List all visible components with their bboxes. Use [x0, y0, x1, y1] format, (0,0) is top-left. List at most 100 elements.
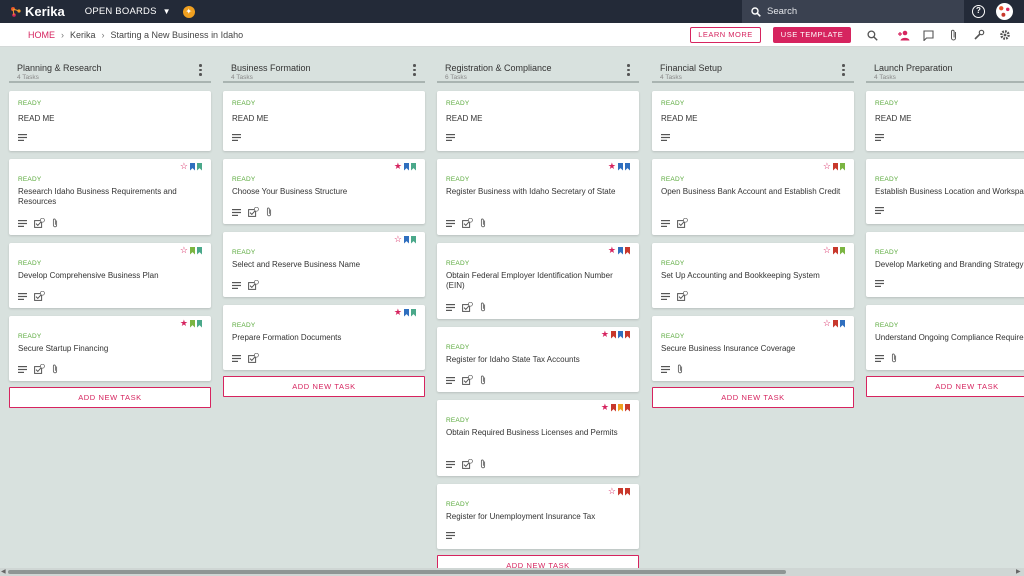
column-title[interactable]: Financial Setup [660, 56, 854, 73]
breadcrumb-home[interactable]: HOME [28, 30, 55, 40]
column-menu-icon[interactable] [842, 64, 846, 76]
chat-icon[interactable] [921, 28, 935, 42]
gear-icon[interactable] [998, 28, 1012, 42]
star-outline-icon[interactable]: ☆ [823, 162, 831, 171]
column-menu-icon[interactable] [199, 64, 203, 76]
horizontal-scrollbar[interactable]: ◀ ▶ [0, 568, 1024, 576]
task-title[interactable]: Set Up Accounting and Bookkeeping System [661, 271, 841, 281]
add-person-icon[interactable] [896, 28, 910, 42]
open-boards-menu[interactable]: OPEN BOARDS ▼ [85, 6, 171, 17]
task-title[interactable]: READ ME [232, 114, 412, 124]
star-outline-icon[interactable]: ☆ [180, 162, 188, 171]
column-menu-icon[interactable] [627, 64, 631, 76]
add-new-task-button[interactable]: ADD NEW TASK [223, 376, 425, 397]
task-icons [875, 134, 884, 141]
task-title[interactable]: Secure Startup Financing [18, 344, 198, 354]
star-outline-icon[interactable]: ☆ [608, 487, 616, 496]
star-outline-icon[interactable]: ☆ [394, 235, 402, 244]
column-menu-icon[interactable] [413, 64, 417, 76]
task-card[interactable]: READY Set Up Accounting and Bookkeeping S… [652, 243, 854, 308]
task-card[interactable]: READY READ ME [866, 91, 1024, 151]
task-card[interactable]: READY Establish Business Location and Wor… [866, 159, 1024, 224]
status-label: READY [446, 344, 470, 351]
task-card[interactable]: READY READ ME [652, 91, 854, 151]
column-title[interactable]: Registration & Compliance [445, 56, 639, 73]
use-template-button[interactable]: USE TEMPLATE [773, 27, 851, 43]
breadcrumb-account[interactable]: Kerika [70, 30, 96, 40]
add-new-task-button[interactable]: ADD NEW TASK [652, 387, 854, 408]
task-title[interactable]: Select and Reserve Business Name [232, 260, 412, 270]
status-label: READY [446, 100, 470, 107]
task-icons [18, 218, 58, 228]
task-title[interactable]: Register for Idaho State Tax Accounts [446, 355, 626, 365]
attachment-icon[interactable] [946, 28, 960, 42]
task-card[interactable]: READY Obtain Federal Employer Identificat… [437, 243, 639, 319]
add-new-task-button[interactable]: ADD NEW TASK [9, 387, 211, 408]
description-icon [18, 365, 27, 373]
task-card[interactable]: READY Develop Comprehensive Business Plan… [9, 243, 211, 308]
learn-more-button[interactable]: LEARN MORE [690, 27, 761, 43]
task-card[interactable]: READY Secure Business Insurance Coverage ☆ [652, 316, 854, 381]
task-card[interactable]: READY READ ME [437, 91, 639, 151]
task-title[interactable]: Choose Your Business Structure [232, 187, 412, 197]
avatar[interactable] [996, 3, 1013, 20]
task-card[interactable]: READY Register for Idaho State Tax Accoun… [437, 327, 639, 392]
kerika-logo[interactable]: Kerika [10, 4, 65, 19]
scroll-left-icon[interactable]: ◀ [1, 568, 6, 575]
star-filled-icon[interactable]: ★ [180, 319, 188, 328]
task-title[interactable]: READ ME [446, 114, 626, 124]
task-title[interactable]: Understand Ongoing Compliance Requiremen… [875, 333, 1024, 343]
search-box[interactable]: Search [742, 0, 964, 23]
task-card[interactable]: READY Obtain Required Business Licenses a… [437, 400, 639, 476]
task-card[interactable]: READY Prepare Formation Documents ★ [223, 305, 425, 370]
task-title[interactable]: Prepare Formation Documents [232, 333, 412, 343]
task-title[interactable]: Develop Comprehensive Business Plan [18, 271, 198, 281]
task-title[interactable]: Research Idaho Business Requirements and… [18, 187, 198, 207]
notification-icon[interactable]: ✦ [182, 5, 195, 18]
task-card[interactable]: READY READ ME [223, 91, 425, 151]
task-card[interactable]: READY Understand Ongoing Compliance Requi… [866, 305, 1024, 370]
task-title[interactable]: READ ME [875, 114, 1024, 124]
task-title[interactable]: READ ME [18, 114, 198, 124]
task-title[interactable]: Secure Business Insurance Coverage [661, 344, 841, 354]
scroll-right-icon[interactable]: ▶ [1016, 568, 1021, 575]
task-title[interactable]: Obtain Federal Employer Identification N… [446, 271, 626, 291]
add-new-task-button[interactable]: ADD NEW TASK [866, 376, 1024, 397]
star-filled-icon[interactable]: ★ [394, 308, 402, 317]
description-icon [232, 281, 241, 289]
star-filled-icon[interactable]: ★ [394, 162, 402, 171]
task-card[interactable]: READY Research Idaho Business Requirement… [9, 159, 211, 235]
help-icon[interactable]: ? [972, 5, 985, 18]
task-title[interactable]: READ ME [661, 114, 841, 124]
star-outline-icon[interactable]: ☆ [823, 246, 831, 255]
star-filled-icon[interactable]: ★ [608, 246, 616, 255]
star-filled-icon[interactable]: ★ [601, 403, 609, 412]
column-title[interactable]: Planning & Research [17, 56, 211, 73]
task-card[interactable]: READY Select and Reserve Business Name ☆ [223, 232, 425, 297]
task-card[interactable]: READY Open Business Bank Account and Esta… [652, 159, 854, 235]
task-title[interactable]: Obtain Required Business Licenses and Pe… [446, 428, 626, 438]
task-title[interactable]: Register Business with Idaho Secretary o… [446, 187, 626, 197]
board-column: Financial Setup 4 Tasks READY READ ME READY O… [652, 56, 854, 408]
search-icon[interactable] [865, 28, 879, 42]
column-title[interactable]: Business Formation [231, 56, 425, 73]
star-filled-icon[interactable]: ★ [608, 162, 616, 171]
task-card[interactable]: READY Choose Your Business Structure ★ [223, 159, 425, 224]
column-header: Business Formation 4 Tasks [223, 56, 425, 83]
task-card[interactable]: READY Secure Startup Financing ★ [9, 316, 211, 381]
task-card[interactable]: READY Register for Unemployment Insurance… [437, 484, 639, 549]
task-card[interactable]: READY Develop Marketing and Branding Stra… [866, 232, 1024, 297]
task-title[interactable]: Establish Business Location and Workspac… [875, 187, 1024, 197]
star-outline-icon[interactable]: ☆ [180, 246, 188, 255]
tools-icon[interactable] [972, 28, 986, 42]
task-title[interactable]: Register for Unemployment Insurance Tax [446, 512, 626, 522]
task-title[interactable]: Develop Marketing and Branding Strategy [875, 260, 1024, 270]
star-outline-icon[interactable]: ☆ [823, 319, 831, 328]
scrollbar-thumb[interactable] [8, 570, 786, 574]
task-title[interactable]: Open Business Bank Account and Establish… [661, 187, 841, 197]
bookmark-icon [411, 235, 416, 244]
star-filled-icon[interactable]: ★ [601, 330, 609, 339]
task-card[interactable]: READY Register Business with Idaho Secret… [437, 159, 639, 235]
column-title[interactable]: Launch Preparation [874, 56, 1024, 73]
task-card[interactable]: READY READ ME [9, 91, 211, 151]
